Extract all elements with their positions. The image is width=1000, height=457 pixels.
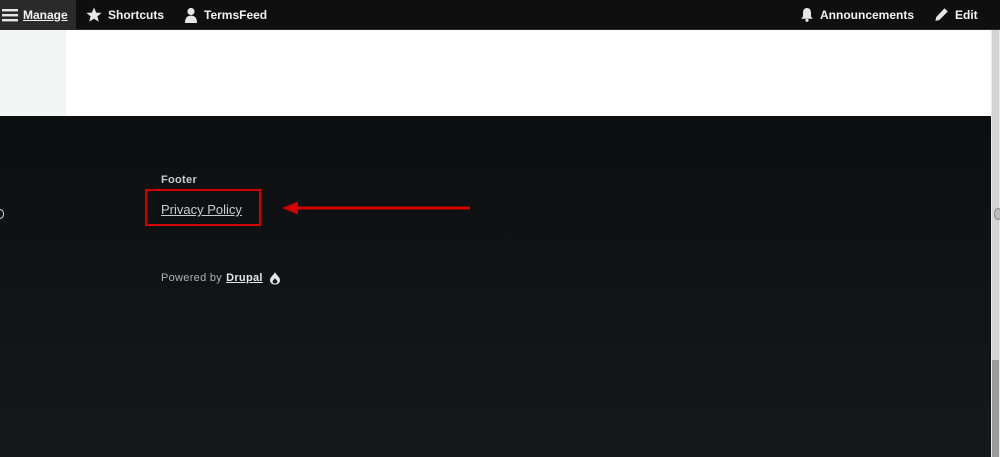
- toolbar-manage[interactable]: Manage: [0, 0, 76, 29]
- toolbar-user-label: TermsFeed: [204, 7, 268, 22]
- admin-toolbar: Manage Shortcuts TermsFeed Announcements…: [0, 0, 1000, 30]
- scrollbar-track-upper: [992, 30, 999, 360]
- toolbar-announcements-label: Announcements: [820, 7, 915, 22]
- toolbar-edit-label: Edit: [955, 7, 978, 22]
- content-left-gutter: [0, 30, 66, 116]
- red-arrow: [282, 201, 470, 215]
- drupal-link[interactable]: Drupal: [226, 272, 263, 284]
- hamburger-icon: [2, 8, 18, 21]
- scrollbar-thumb[interactable]: [992, 360, 999, 457]
- main-content: [0, 30, 991, 116]
- bell-icon: [801, 8, 813, 22]
- vertical-scrollbar[interactable]: [991, 30, 1000, 457]
- toolbar-user[interactable]: TermsFeed: [184, 0, 267, 29]
- star-icon: [86, 7, 102, 22]
- highlight-box: [145, 189, 261, 226]
- scrollbar-grip-handle[interactable]: [994, 208, 1000, 220]
- toolbar-shortcuts-label: Shortcuts: [108, 7, 165, 22]
- powered-by: Powered by Drupal: [161, 271, 281, 285]
- toolbar-announcements[interactable]: Announcements: [800, 0, 914, 29]
- toolbar-edit[interactable]: Edit: [934, 0, 978, 29]
- pencil-icon: [935, 8, 948, 21]
- footer-heading: Footer: [161, 174, 198, 186]
- toolbar-manage-label: Manage: [23, 7, 68, 22]
- drupal-drop-icon: [269, 271, 280, 285]
- site-footer: Footer Privacy Policy Powered by Drupal: [0, 116, 991, 457]
- toolbar-shortcuts[interactable]: Shortcuts: [86, 0, 164, 29]
- user-icon: [185, 7, 197, 23]
- powered-by-text: Powered by: [161, 272, 223, 284]
